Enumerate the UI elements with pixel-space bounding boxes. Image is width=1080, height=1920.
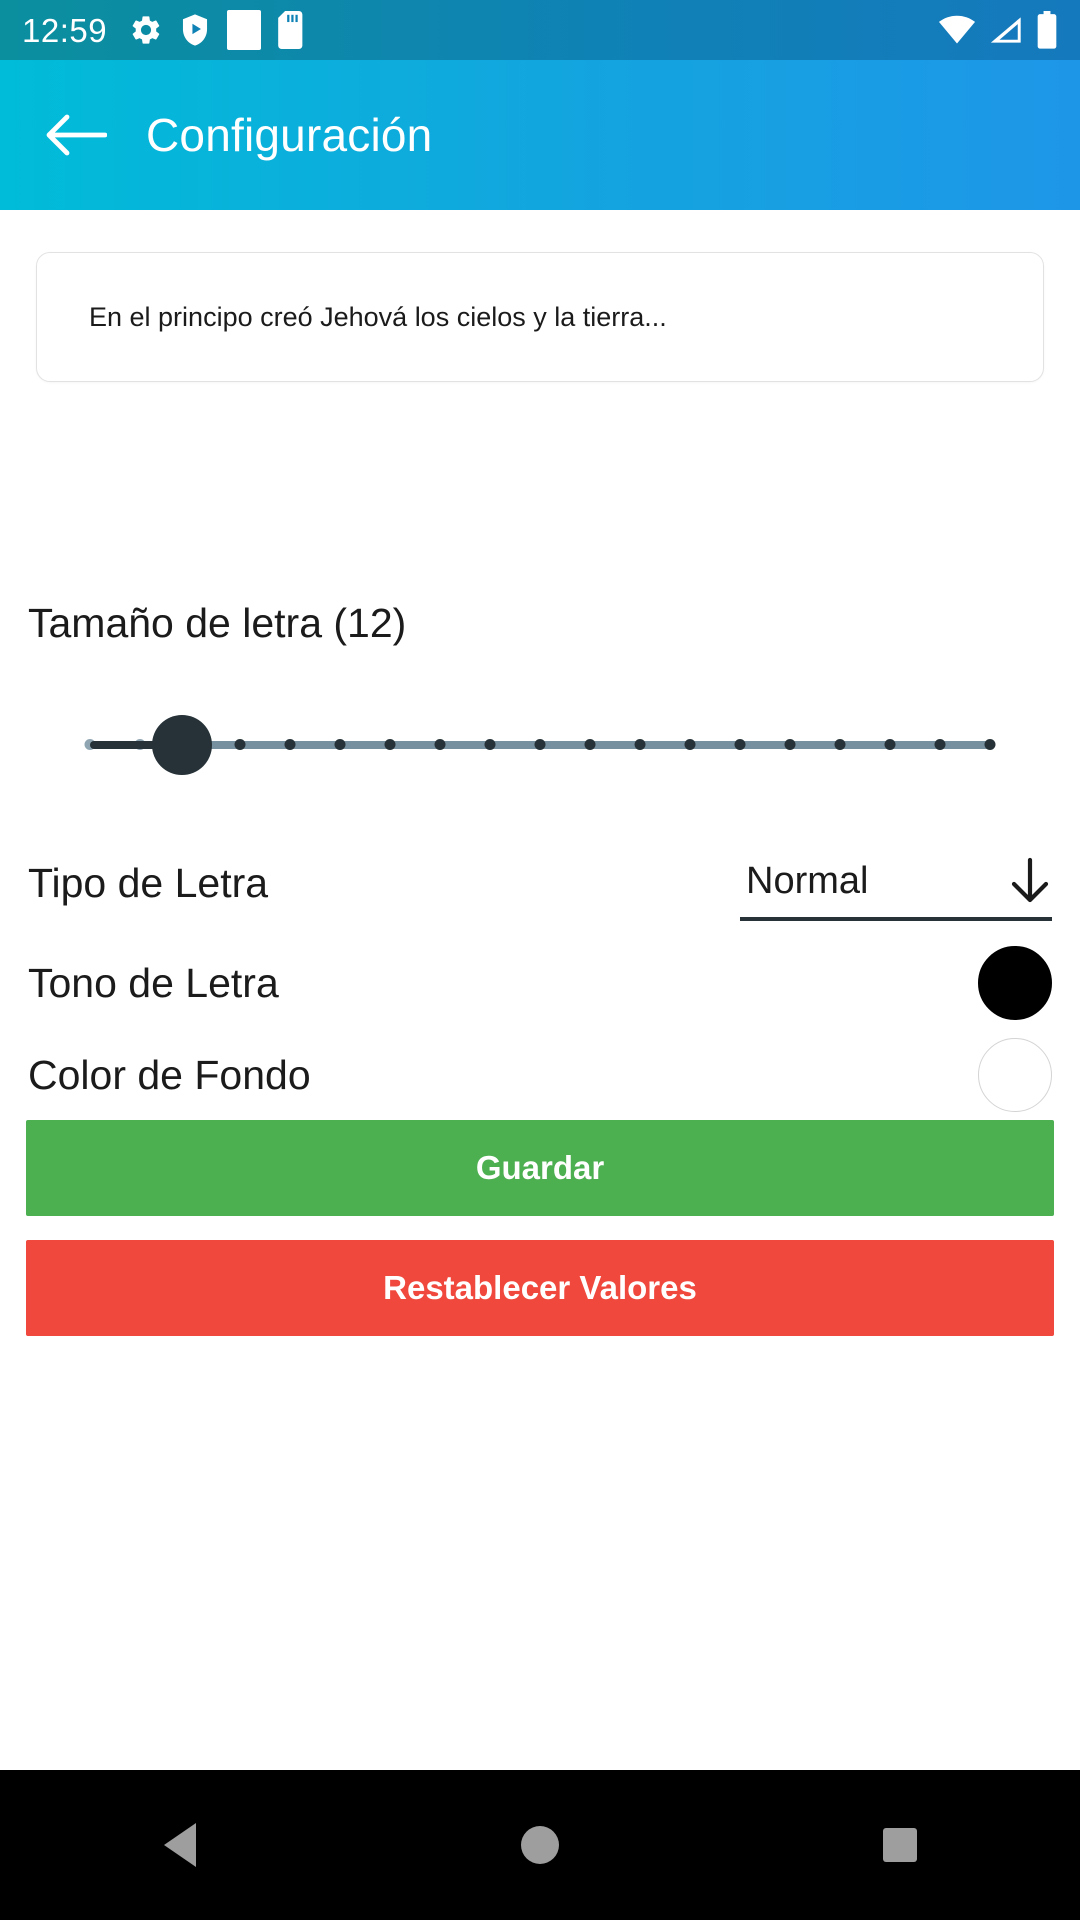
slider-tick [634,739,646,750]
status-left-icons [129,10,938,50]
nav-home-icon [521,1826,559,1864]
font-preview-card: En el principo creó Jehová los cielos y … [36,252,1044,382]
row-font-tone-label: Tono de Letra [28,959,279,1006]
white-square-icon [227,10,262,50]
slider-tick [934,739,946,750]
row-font-type-label: Tipo de Letra [28,859,269,906]
slider-tick [534,739,546,750]
status-clock: 12:59 [22,11,108,49]
slider-tick [834,739,846,750]
back-button[interactable] [28,87,124,183]
wifi-icon [938,15,976,44]
font-type-dropdown[interactable]: Normal [740,845,1052,921]
font-type-value: Normal [746,859,869,902]
font-size-slider[interactable] [84,705,996,785]
slider-tick [434,739,446,750]
slider-tick [984,739,996,750]
sd-card-icon [278,11,303,49]
save-button[interactable]: Guardar [26,1120,1054,1216]
app-bar: Configuración [0,60,1080,210]
slider-tick [384,739,396,750]
slider-ticks [84,739,996,751]
row-font-type: Tipo de Letra Normal [0,835,1080,931]
gear-icon [132,16,160,44]
slider-tick [584,739,596,750]
status-bar: 12:59 [0,0,1080,60]
background-color-swatch[interactable] [978,1038,1052,1112]
font-tone-color-swatch[interactable] [978,946,1052,1020]
status-right-icons [938,11,1058,49]
battery-icon [1037,11,1057,49]
shield-play-icon [183,14,208,46]
nav-recents-icon [883,1828,917,1862]
slider-tick [284,739,296,750]
nav-back-icon [164,1823,196,1867]
slider-thumb[interactable] [152,715,212,775]
slider-tick [684,739,696,750]
slider-tick [784,739,796,750]
nav-home-button[interactable] [465,1770,615,1920]
slider-tick [884,739,896,750]
page-title: Configuración [146,109,433,161]
nav-recents-button[interactable] [825,1770,975,1920]
row-background-color: Color de Fondo [0,1027,1080,1123]
arrow-down-icon [1011,857,1049,903]
settings-content: En el principo creó Jehová los cielos y … [0,210,1080,1770]
slider-tick [484,739,496,750]
slider-tick [234,739,246,750]
system-nav-bar [0,1770,1080,1920]
row-background-color-label: Color de Fondo [28,1051,311,1098]
slider-tick [334,739,346,750]
font-size-label: Tamaño de letra (12) [28,600,407,646]
reset-button[interactable]: Restablecer Valores [26,1240,1054,1336]
row-font-tone: Tono de Letra [0,935,1080,1031]
back-arrow-icon [46,114,107,156]
nav-back-button[interactable] [105,1770,255,1920]
preview-text: En el principo creó Jehová los cielos y … [89,301,667,332]
slider-tick [734,739,746,750]
signal-icon [990,17,1021,43]
